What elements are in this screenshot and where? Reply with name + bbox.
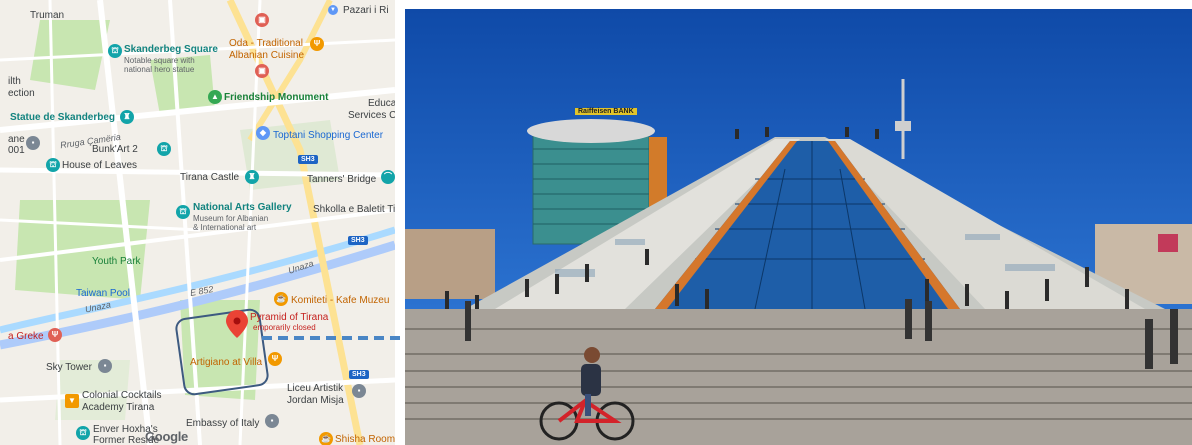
map-label-pyramid[interactable]: Pyramid of Tirana	[250, 312, 328, 323]
map-label-tanners-bridge[interactable]: Tanners' Bridge	[307, 174, 376, 185]
place-icon[interactable]: ▪	[98, 359, 112, 373]
map-label-youth-park[interactable]: Youth Park	[92, 256, 141, 267]
map-sublabel-nag-1: Museum for Albanian	[193, 214, 269, 223]
map-label-001: 001	[8, 145, 25, 156]
map-label-statue-skanderbeg[interactable]: Statue de Skanderbeg	[10, 112, 115, 123]
map-label-toptani[interactable]: Toptani Shopping Center	[273, 130, 383, 141]
map-label-house-of-leaves[interactable]: House of Leaves	[62, 160, 137, 171]
bridge-icon[interactable]: ⌒	[381, 170, 395, 184]
bar-icon[interactable]: ▼	[65, 394, 79, 408]
museum-icon[interactable]: ⛫	[176, 205, 190, 219]
map-label-liceu-1[interactable]: Liceu Artistik	[287, 383, 343, 394]
map-label-ilth: ilth	[8, 76, 21, 87]
restaurant-icon[interactable]: Ψ	[310, 37, 324, 51]
map-panel[interactable]: Truman ⛫ Skanderbeg Square Notable squar…	[0, 0, 395, 445]
google-logo-text: Google	[145, 429, 188, 444]
map-label-greke[interactable]: a Greke	[8, 331, 44, 342]
map-label-colonial-2[interactable]: Academy Tirana	[82, 402, 154, 413]
map-label-oda-1[interactable]: Oda - Traditional	[229, 38, 303, 49]
bank-sign: Raiffeisen BANK	[575, 108, 637, 115]
map-label-artigiano[interactable]: Artigiano at Villa	[190, 357, 262, 368]
map-label-ane: ane	[8, 134, 25, 145]
cafe-icon[interactable]: ☕	[319, 432, 333, 445]
map-label-bunkart[interactable]: Bunk'Art 2	[92, 144, 138, 155]
embassy-icon[interactable]: ▪	[265, 414, 279, 428]
map-label-embassy-italy[interactable]: Embassy of Italy	[186, 418, 259, 429]
shopping-cart-icon[interactable]: ▼	[328, 5, 338, 15]
pyramid-scene	[405, 9, 1192, 445]
museum-icon[interactable]: ⛫	[157, 142, 171, 156]
museum-icon[interactable]: ⛫	[76, 426, 90, 440]
monument-icon[interactable]: ♜	[120, 110, 134, 124]
shopping-icon[interactable]: ▣	[255, 64, 269, 78]
map-sublabel-skanderbeg-2: national hero statue	[124, 65, 195, 74]
map-label-skanderbeg-square[interactable]: Skanderbeg Square	[124, 44, 218, 55]
pyramid-photo: Raiffeisen BANK	[405, 9, 1192, 445]
map-label-sky-tower[interactable]: Sky Tower	[46, 362, 92, 373]
monument-icon[interactable]: ▲	[208, 90, 222, 104]
map-label-shisha[interactable]: Shisha Room	[335, 434, 395, 445]
route-shield-sh3: SH3	[298, 155, 318, 164]
castle-icon[interactable]: ♜	[245, 170, 259, 184]
map-label-friendship-monument[interactable]: Friendship Monument	[224, 92, 328, 103]
map-label-komiteti[interactable]: Komiteti - Kafe Muzeu	[291, 295, 389, 306]
museum-icon[interactable]: ⛫	[46, 158, 60, 172]
map-label-truman: Truman	[30, 10, 65, 21]
map-sublabel-skanderbeg-1: Notable square with	[124, 56, 195, 65]
map-sublabel-nag-2: & International art	[193, 223, 257, 232]
restaurant-icon[interactable]: Ψ	[48, 328, 62, 342]
map-label-services: Services C	[348, 110, 395, 121]
shopping-bag-icon[interactable]: ◆	[256, 126, 270, 140]
google-logo: Google	[145, 429, 188, 444]
restaurant-icon[interactable]: Ψ	[268, 352, 282, 366]
map-label-oda-2[interactable]: Albanian Cuisine	[229, 50, 304, 61]
map-label-pazari[interactable]: Pazari i Ri	[343, 5, 389, 16]
map-label-educa: Educa	[368, 98, 395, 109]
landmark-icon[interactable]: ⛫	[108, 44, 122, 58]
map-label-liceu-2[interactable]: Jordan Misja	[287, 395, 344, 406]
school-icon[interactable]: ▪	[352, 384, 366, 398]
map-label-tirana-castle[interactable]: Tirana Castle	[180, 172, 239, 183]
cafe-icon[interactable]: ☕	[274, 292, 288, 306]
map-label-national-arts-gallery[interactable]: National Arts Gallery	[193, 202, 292, 213]
map-label-ection: ection	[8, 88, 35, 99]
route-shield-sh3: SH3	[349, 370, 369, 379]
shopping-icon[interactable]: ▣	[255, 13, 269, 27]
map-label-shkolla[interactable]: Shkolla e Baletit Tira	[313, 204, 395, 215]
map-label-colonial-1[interactable]: Colonial Cocktails	[82, 390, 161, 401]
map-label-taiwan-pool[interactable]: Taiwan Pool	[76, 288, 130, 299]
route-shield-sh3: SH3	[348, 236, 368, 245]
place-icon[interactable]: ▪	[26, 136, 40, 150]
